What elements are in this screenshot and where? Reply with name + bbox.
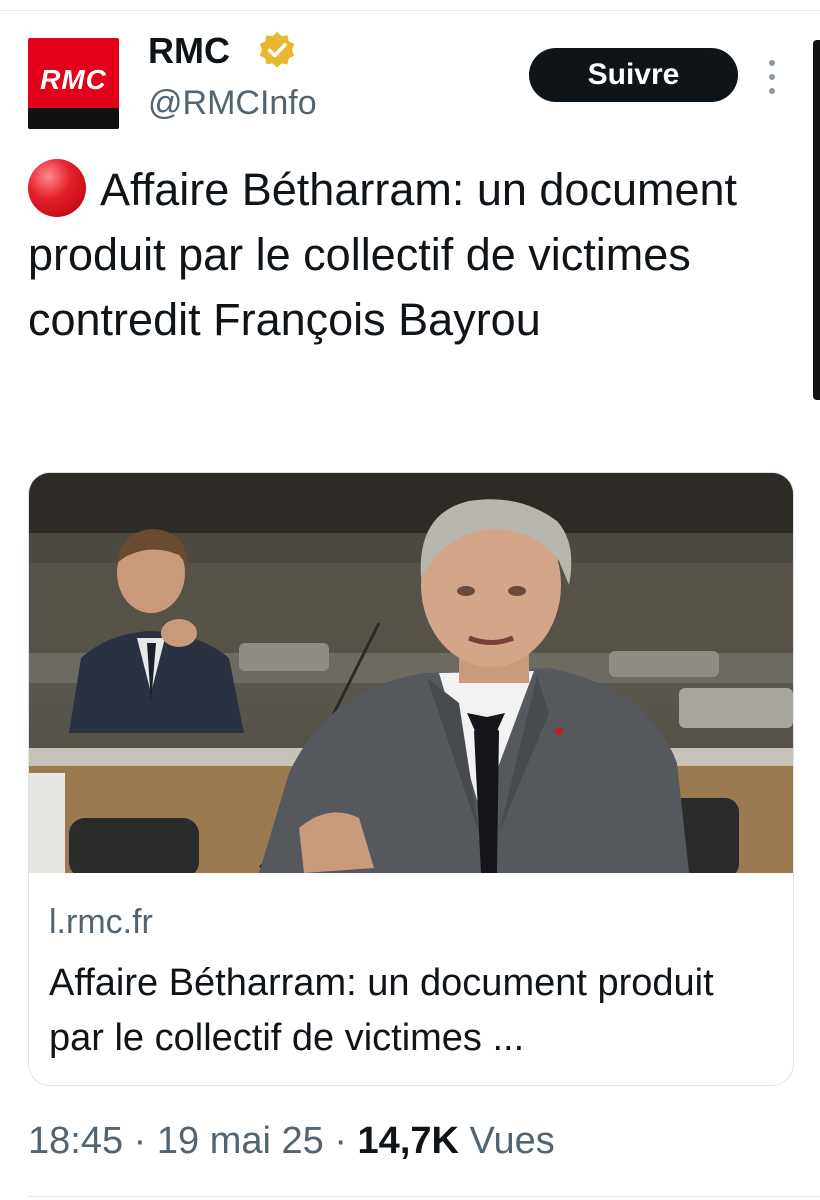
tweet-body: Affaire Bétharram: un document produit p… xyxy=(28,164,738,345)
tweet-text: Affaire Bétharram: un document produit p… xyxy=(28,157,788,352)
card-title[interactable]: Affaire Bétharram: un document produit p… xyxy=(49,956,779,1066)
views-label[interactable]: Vues xyxy=(470,1120,555,1162)
avatar-logo-strip xyxy=(28,108,119,129)
account-name[interactable]: RMC xyxy=(148,30,230,72)
scrollbar[interactable] xyxy=(813,40,820,400)
avatar[interactable]: RMC xyxy=(28,38,119,129)
account-handle[interactable]: @RMCInfo xyxy=(148,84,317,123)
bottom-divider xyxy=(28,1196,820,1197)
red-circle-icon xyxy=(28,159,86,217)
verified-badge-icon[interactable] xyxy=(257,30,297,70)
more-options-icon[interactable] xyxy=(764,60,780,94)
views-count[interactable]: 14,7K xyxy=(358,1120,459,1162)
meta-separator: · xyxy=(334,1120,347,1162)
tweet-time[interactable]: 18:45 xyxy=(28,1120,123,1162)
card-thumbnail-image[interactable] xyxy=(29,473,793,873)
tweet-date[interactable]: 19 mai 25 xyxy=(157,1120,324,1162)
meta-separator: · xyxy=(133,1120,147,1162)
tweet-metadata: 18:45 · 19 mai 25 · 14,7K Vues xyxy=(28,1120,555,1163)
link-preview-card[interactable]: l.rmc.fr Affaire Bétharram: un document … xyxy=(28,472,794,1086)
card-domain[interactable]: l.rmc.fr xyxy=(49,903,153,942)
top-divider xyxy=(0,10,820,11)
follow-button[interactable]: Suivre xyxy=(529,48,738,102)
avatar-logo-text: RMC xyxy=(40,64,107,95)
